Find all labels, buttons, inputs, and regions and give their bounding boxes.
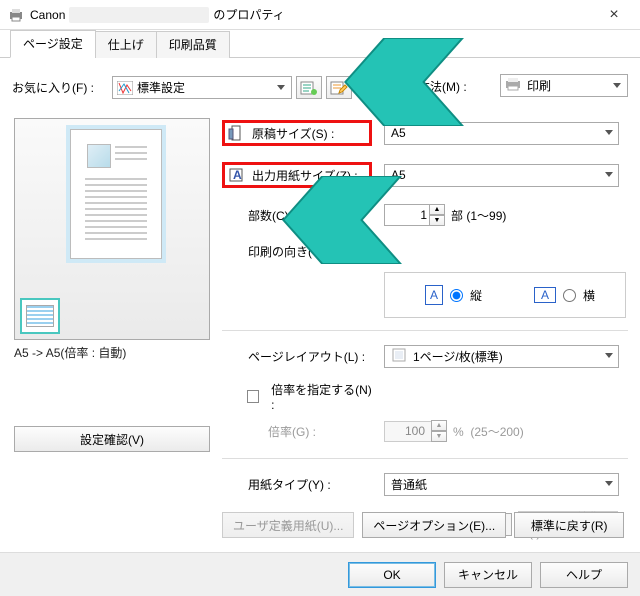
orientation-portrait[interactable]: A 縦 — [425, 285, 482, 305]
orientation-label: 印刷の向き(T) : — [222, 243, 372, 260]
layout-label: ページレイアウト(L) : — [222, 348, 372, 365]
output-method-label: 方法(M) : — [418, 78, 467, 95]
tab-strip: ページ設定 仕上げ 印刷品質 — [0, 30, 640, 58]
scaling-spinner: ▲▼ — [431, 420, 447, 442]
chevron-down-icon — [601, 166, 617, 183]
ok-button[interactable]: OK — [348, 562, 436, 588]
help-button[interactable]: ヘルプ — [540, 562, 628, 588]
favorites-add-button[interactable] — [296, 76, 322, 99]
user-paper-button: ユーザ定義用紙(U)... — [222, 512, 354, 538]
chevron-down-icon — [601, 347, 617, 364]
chevron-down-icon — [601, 475, 617, 492]
favorites-select[interactable]: 標準設定 — [112, 76, 292, 99]
favorites-value: 標準設定 — [137, 79, 185, 96]
output-size-icon: A — [226, 166, 246, 184]
swatch-icon — [117, 81, 133, 95]
layout-select[interactable]: 1ページ/枚(標準) — [384, 345, 619, 368]
orientation-landscape[interactable]: A 横 — [534, 287, 595, 304]
page-options-button[interactable]: ページオプション(E)... — [362, 512, 506, 538]
close-icon[interactable]: × — [596, 6, 632, 24]
restore-defaults-button[interactable]: 標準に戻す(R) — [514, 512, 624, 538]
preview-stack-thumb[interactable] — [20, 298, 60, 334]
copies-label: 部数(C) : — [222, 207, 372, 224]
printer-icon — [8, 7, 24, 23]
favorites-edit-button[interactable] — [326, 76, 352, 99]
layout-icon — [391, 347, 407, 366]
cancel-button[interactable]: キャンセル — [444, 562, 532, 588]
scaling-input: 100 — [384, 421, 432, 442]
preview-page — [70, 129, 162, 259]
copies-spinner[interactable]: ▲▼ — [429, 204, 445, 226]
preview-caption: A5 -> A5(倍率 : 自動) — [14, 344, 126, 361]
tab-quality[interactable]: 印刷品質 — [156, 31, 230, 58]
scaling-unit: % (25～200) — [453, 423, 524, 440]
print-preview — [14, 118, 210, 340]
output-size-label: A 出力用紙サイズ(Z) : — [222, 162, 372, 188]
chevron-down-icon — [601, 124, 617, 141]
confirm-settings-button[interactable]: 設定確認(V) — [14, 426, 210, 452]
output-method-select[interactable]: 印刷 — [500, 74, 628, 97]
paper-type-select[interactable]: 普通紙 — [384, 473, 619, 496]
tab-page-setup[interactable]: ページ設定 — [10, 30, 96, 58]
output-method-value: 印刷 — [527, 77, 551, 94]
chevron-down-icon — [609, 77, 625, 94]
window-title: Canonのプロパティ — [30, 6, 596, 24]
page-size-select[interactable]: A5 — [384, 122, 619, 145]
copies-unit: 部 (1～99) — [451, 207, 506, 224]
document-size-icon — [226, 124, 246, 142]
orientation-group: A 縦 A 横 — [384, 272, 626, 318]
copies-input[interactable]: 1 — [384, 204, 430, 226]
tab-finishing[interactable]: 仕上げ — [95, 31, 157, 58]
output-size-select[interactable]: A5 — [384, 164, 619, 187]
page-size-label: 原稿サイズ(S) : — [222, 120, 372, 146]
paper-type-label: 用紙タイプ(Y) : — [222, 476, 372, 493]
chevron-down-icon — [273, 79, 289, 96]
scaling-check[interactable]: 倍率を指定する(N) : — [222, 381, 372, 412]
svg-text:A: A — [233, 168, 242, 182]
printer-small-icon — [505, 77, 521, 94]
scaling-label: 倍率(G) : — [222, 423, 372, 440]
favorites-label: お気に入り(F) : — [12, 79, 112, 96]
